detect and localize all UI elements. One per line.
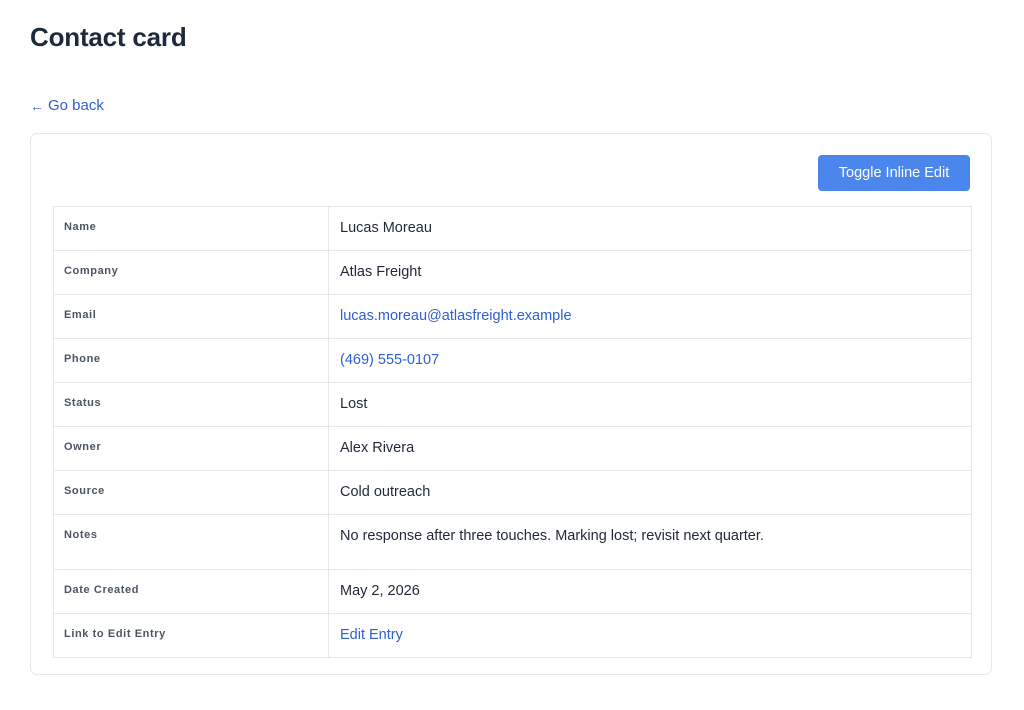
- table-row: Phone (469) 555-0107: [53, 338, 972, 383]
- field-value-source: Cold outreach: [328, 470, 972, 515]
- edit-entry-link[interactable]: Edit Entry: [340, 627, 403, 643]
- field-label-edit-link: Link to Edit Entry: [53, 613, 329, 658]
- toggle-inline-edit-button[interactable]: Toggle Inline Edit: [818, 155, 970, 191]
- field-value-owner: Alex Rivera: [328, 426, 972, 471]
- field-value-notes: No response after three touches. Marking…: [328, 514, 972, 570]
- field-label-status: Status: [53, 382, 329, 427]
- phone-link[interactable]: (469) 555-0107: [340, 352, 439, 368]
- table-row: Status Lost: [53, 382, 972, 427]
- table-row: Name Lucas Moreau: [53, 206, 972, 251]
- table-row: Link to Edit Entry Edit Entry: [53, 613, 972, 658]
- field-label-notes: Notes: [53, 514, 329, 570]
- contact-card: Toggle Inline Edit Name Lucas Moreau Com…: [30, 133, 992, 675]
- table-row: Email lucas.moreau@atlasfreight.example: [53, 294, 972, 339]
- field-value-status: Lost: [328, 382, 972, 427]
- field-label-date-created: Date Created: [53, 569, 329, 614]
- field-label-phone: Phone: [53, 338, 329, 383]
- table-row: Source Cold outreach: [53, 470, 972, 515]
- field-value-name: Lucas Moreau: [328, 206, 972, 251]
- table-row: Company Atlas Freight: [53, 250, 972, 295]
- field-value-email-cell: lucas.moreau@atlasfreight.example: [328, 294, 972, 339]
- table-row: Date Created May 2, 2026: [53, 569, 972, 614]
- table-row: Owner Alex Rivera: [53, 426, 972, 471]
- page-title: Contact card: [30, 22, 187, 52]
- email-link[interactable]: lucas.moreau@atlasfreight.example: [340, 308, 572, 324]
- arrow-left-icon: ←: [30, 97, 44, 114]
- field-label-source: Source: [53, 470, 329, 515]
- table-row: Notes No response after three touches. M…: [53, 514, 972, 570]
- contact-detail-table: Name Lucas Moreau Company Atlas Freight …: [53, 206, 972, 658]
- go-back-link[interactable]: ← Go back: [30, 97, 104, 114]
- field-label-name: Name: [53, 206, 329, 251]
- field-value-date-created: May 2, 2026: [328, 569, 972, 614]
- field-value-company: Atlas Freight: [328, 250, 972, 295]
- field-label-company: Company: [53, 250, 329, 295]
- go-back-label: Go back: [48, 97, 104, 114]
- field-label-email: Email: [53, 294, 329, 339]
- field-value-phone-cell: (469) 555-0107: [328, 338, 972, 383]
- field-label-owner: Owner: [53, 426, 329, 471]
- field-value-edit-link-cell: Edit Entry: [328, 613, 972, 658]
